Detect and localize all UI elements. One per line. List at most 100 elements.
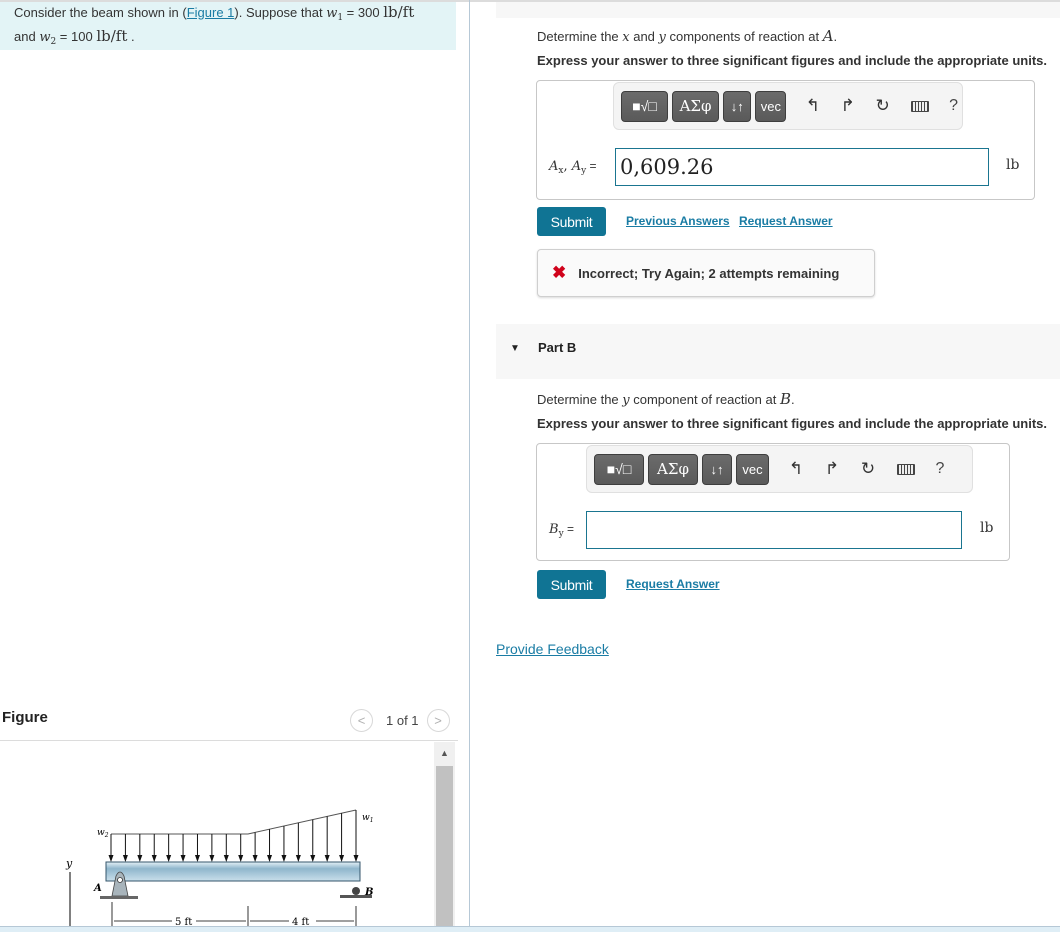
beam-figure: y A B w2 w1 5 ft 4 ft	[0, 742, 436, 928]
part-b-request-answer-link[interactable]: Request Answer	[626, 577, 720, 591]
label-w2: w2	[97, 828, 109, 839]
previous-figure-button[interactable]: <	[350, 709, 373, 732]
chevron-right-icon: >	[434, 713, 442, 728]
reset-icon[interactable]: ↻	[859, 459, 877, 479]
part-a-header	[496, 2, 1060, 18]
problem-text: Consider the beam shown in (	[14, 5, 187, 20]
incorrect-feedback: ✖ Incorrect; Try Again; 2 attempts remai…	[537, 249, 875, 297]
load-arrow-head	[267, 855, 273, 862]
load-arrow-head	[209, 855, 215, 862]
previous-answers-link[interactable]: Previous Answers	[626, 214, 730, 228]
part-a-answer-box: ■√□ ΑΣφ ↓↑ vec ↰ ↱ ↻ ? Ax, Ay = 0,609.26…	[536, 80, 1035, 200]
templates-button[interactable]: ■√□	[594, 453, 644, 485]
pane-divider[interactable]	[469, 0, 470, 928]
math-toolbar: ■√□ ΑΣφ ↓↑ vec ↰ ↱ ↻ ?	[586, 445, 973, 493]
w2-symbol: w2	[39, 30, 57, 47]
load-arrow-head	[166, 855, 172, 862]
load-arrow-head	[108, 855, 114, 862]
part-b-answer-box: ■√□ ΑΣφ ↓↑ vec ↰ ↱ ↻ ? By = lb	[536, 443, 1010, 561]
w1-symbol: w1	[326, 6, 344, 23]
figure-pager: < 1 of 1 >	[350, 709, 450, 732]
pager-text: 1 of 1	[386, 713, 419, 728]
part-a-submit-button[interactable]: Submit	[537, 207, 606, 236]
beam	[105, 861, 361, 882]
part-a-unit: lb	[1006, 157, 1020, 173]
part-b-question: Determine the y component of reaction at…	[537, 390, 795, 408]
figure-header: Figure < 1 of 1 >	[0, 705, 458, 741]
provide-feedback-link[interactable]: Provide Feedback	[496, 641, 609, 657]
scroll-thumb[interactable]	[436, 766, 453, 928]
problem-text: and	[14, 29, 40, 44]
figure-link[interactable]: Figure 1	[187, 5, 235, 20]
load-arrow-head	[324, 855, 330, 862]
load-arrow-head	[194, 855, 200, 862]
next-figure-button[interactable]: >	[426, 709, 450, 732]
part-b-header[interactable]: ▼ Part B	[496, 324, 1060, 379]
roller-b	[352, 887, 360, 895]
greek-symbols-button[interactable]: ΑΣφ	[672, 90, 720, 122]
ground-a	[100, 896, 138, 899]
undo-icon[interactable]: ↰	[804, 96, 821, 116]
load-arrow-head	[295, 855, 301, 862]
collapse-caret-icon[interactable]: ▼	[510, 343, 520, 354]
load-arrow-head	[353, 855, 359, 862]
part-a-instruction: Express your answer to three significant…	[537, 53, 1047, 68]
load-arrow-head	[151, 855, 157, 862]
load-profile	[111, 809, 357, 835]
pin	[117, 877, 123, 883]
w2-unit: lb/ft	[96, 27, 128, 45]
label-b: B	[364, 887, 373, 898]
load-arrow-head	[223, 855, 229, 862]
beam-diagram: y A B w2 w1 5 ft 4 ft	[65, 809, 374, 928]
feedback-text: Incorrect; Try Again; 2 attempts remaini…	[578, 265, 840, 281]
problem-statement: Consider the beam shown in (Figure 1). S…	[0, 2, 456, 50]
help-button[interactable]: ?	[945, 97, 962, 115]
keyboard-icon[interactable]	[897, 463, 915, 475]
templates-button[interactable]: ■√□	[621, 90, 669, 122]
chevron-left-icon: <	[357, 713, 366, 728]
figure-scrollbar[interactable]: ▲	[434, 742, 455, 928]
part-a-answer-input[interactable]: 0,609.26	[615, 148, 989, 186]
load-arrow-head	[238, 855, 244, 862]
keyboard-icon[interactable]	[911, 100, 930, 112]
part-b-instruction: Express your answer to three significant…	[537, 416, 1047, 431]
load-arrow-head	[122, 855, 128, 862]
redo-icon[interactable]: ↱	[839, 96, 856, 116]
figure-title: Figure	[2, 709, 48, 726]
w2-value: = 100	[56, 29, 97, 44]
math-toolbar: ■√□ ΑΣφ ↓↑ vec ↰ ↱ ↻ ?	[613, 82, 963, 130]
label-a: A	[93, 883, 102, 894]
vector-button[interactable]: vec	[736, 453, 769, 485]
arrows-button[interactable]: ↓↑	[723, 90, 752, 122]
y-axis-label: y	[65, 857, 73, 870]
load-arrow-head	[180, 855, 186, 862]
undo-icon[interactable]: ↰	[787, 459, 805, 479]
part-b-answer-label: By =	[549, 522, 574, 539]
load-arrow-head	[339, 855, 345, 862]
w1-value: = 300	[343, 5, 384, 20]
redo-icon[interactable]: ↱	[823, 459, 841, 479]
part-b-submit-button[interactable]: Submit	[537, 570, 606, 599]
load-arrow-head	[252, 855, 258, 862]
bottom-bar	[0, 926, 1060, 932]
vector-button[interactable]: vec	[755, 90, 787, 122]
load-arrow-head	[281, 855, 287, 862]
reset-icon[interactable]: ↻	[874, 96, 891, 116]
load-arrow-head	[310, 855, 316, 862]
part-a-answer-label: Ax, Ay =	[549, 159, 597, 176]
part-a-request-answer-link[interactable]: Request Answer	[739, 214, 833, 228]
w1-unit: lb/ft	[383, 3, 415, 21]
arrows-button[interactable]: ↓↑	[702, 453, 732, 485]
part-a-question: Determine the x and y components of reac…	[537, 27, 838, 45]
problem-text: ). Suppose that	[234, 5, 327, 20]
problem-text: .	[127, 29, 135, 44]
label-w1: w1	[362, 813, 374, 824]
scroll-up-arrow-icon[interactable]: ▲	[434, 742, 455, 764]
load-arrow-head	[137, 855, 143, 862]
part-b-title: Part B	[538, 340, 577, 355]
part-b-unit: lb	[980, 520, 994, 536]
part-b-answer-input[interactable]	[586, 511, 962, 549]
error-x-icon: ✖	[552, 263, 567, 282]
help-button[interactable]: ?	[931, 460, 949, 478]
greek-symbols-button[interactable]: ΑΣφ	[648, 453, 698, 485]
